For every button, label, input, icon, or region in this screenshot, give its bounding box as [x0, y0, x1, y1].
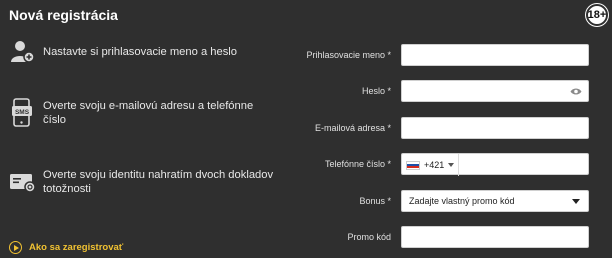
email-input[interactable]: [401, 117, 589, 139]
phone-row: Telefónne číslo * +421: [300, 153, 610, 176]
phone-field: +421: [401, 153, 589, 176]
how-to-register-label: Ako sa zaregistrovať: [29, 242, 124, 253]
password-field[interactable]: [401, 80, 589, 102]
bonus-label: Bonus *: [359, 196, 391, 206]
user-add-icon: [8, 40, 38, 64]
promo-row: Promo kód: [300, 226, 610, 248]
step-text: Overte svoju e-mailovú adresu a telefónn…: [43, 100, 254, 126]
step-text: Nastavte si prihlasovacie meno a heslo: [43, 46, 238, 58]
play-circle-icon: [9, 241, 22, 254]
username-label: Prihlasovacie meno *: [306, 50, 391, 60]
sms-phone-icon: SMS: [8, 98, 38, 128]
password-label: Heslo *: [361, 86, 391, 96]
promo-input[interactable]: [401, 226, 589, 248]
promo-label: Promo kód: [347, 232, 391, 242]
step-set-credentials: Nastavte si prihlasovacie meno a heslo: [8, 40, 278, 64]
country-code: +421: [424, 160, 445, 170]
chevron-down-icon: [572, 199, 580, 204]
username-input[interactable]: [401, 44, 589, 66]
country-code-selector[interactable]: +421: [406, 154, 459, 176]
bonus-row: Bonus * Zadajte vlastný promo kód: [300, 190, 610, 212]
phone-input[interactable]: [460, 154, 588, 174]
id-card-icon: [8, 170, 38, 194]
phone-label: Telefónne číslo *: [324, 159, 391, 169]
svg-text:SMS: SMS: [15, 109, 30, 116]
email-row: E-mailová adresa *: [300, 117, 610, 139]
divider: [458, 154, 459, 176]
step-verify-identity: Overte svoju identitu nahratím dvoch dok…: [8, 168, 278, 196]
password-row: Heslo *: [300, 80, 610, 102]
page-title: Nová registrácia: [9, 7, 118, 23]
bonus-select[interactable]: Zadajte vlastný promo kód: [401, 190, 589, 212]
slovakia-flag-icon: [406, 160, 420, 170]
bonus-selected-value: Zadajte vlastný promo kód: [409, 196, 515, 206]
age-restriction-badge: 18+: [586, 4, 608, 26]
chevron-down-icon: [448, 163, 455, 167]
username-row: Prihlasovacie meno *: [300, 44, 610, 66]
email-label: E-mailová adresa *: [314, 123, 391, 133]
step-text: Overte svoju identitu nahratím dvoch dok…: [43, 169, 274, 195]
how-to-register-link[interactable]: Ako sa zaregistrovať: [9, 241, 123, 254]
eye-icon[interactable]: [570, 87, 582, 96]
step-verify-contacts: SMS Overte svoju e-mailovú adresu a tele…: [8, 98, 278, 128]
